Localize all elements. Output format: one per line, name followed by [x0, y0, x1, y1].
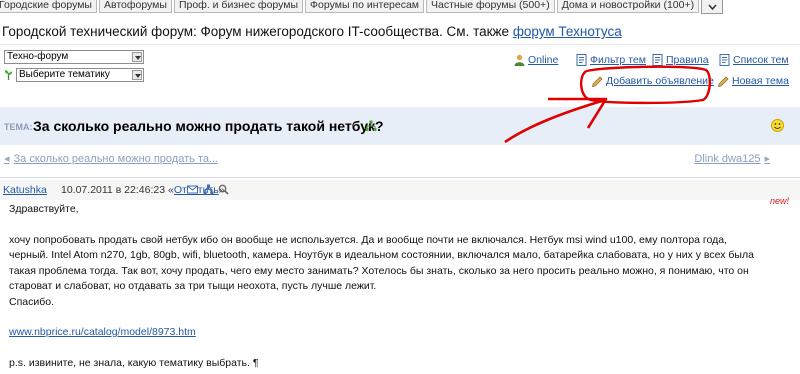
topic-bar: ТЕМА: За сколько реально можно продать т… — [0, 107, 800, 145]
online-link-label: Online — [528, 54, 559, 66]
filter-topics-link[interactable]: Фильтр тем — [576, 54, 646, 66]
tree-view-icon[interactable] — [365, 120, 377, 132]
topic-title: За сколько реально можно продать такой н… — [33, 118, 384, 134]
add-ad-label: Добавить объявление — [606, 75, 714, 87]
technotus-forum-link[interactable]: форум Технотуса — [513, 24, 622, 39]
topic-navigation: ◂ За сколько реально можно продать та... … — [0, 150, 800, 166]
rules-link[interactable]: Правила — [652, 54, 709, 66]
tab-homes-forums[interactable]: Дома и новостройки (100+) — [556, 0, 700, 13]
tab-interest-forums[interactable]: Форумы по интересам — [305, 0, 425, 13]
chevron-down-icon — [132, 70, 142, 80]
tabs-more-button[interactable] — [701, 0, 724, 14]
post-paragraph: хочу попробовать продать свой нетбук ибо… — [9, 233, 754, 293]
pencil-icon — [592, 76, 603, 87]
forum-select[interactable]: Техно-форум — [4, 50, 144, 64]
prev-topic-link[interactable]: ◂ За сколько реально можно продать та... — [4, 152, 218, 165]
new-badge: new! — [770, 196, 790, 206]
new-topic-label: Новая тема — [732, 75, 789, 87]
post-date: 10.07.2011 в 22:46:23 — [61, 184, 166, 196]
pencil-icon — [718, 76, 729, 87]
post-header: Katushka 10.07.2011 в 22:46:23 «Ответить… — [0, 180, 800, 200]
filter-topics-label: Фильтр тем — [590, 54, 646, 66]
arrow-right-icon: ▸ — [764, 153, 770, 165]
document-icon — [576, 54, 587, 66]
arrow-left-icon: ◂ — [4, 153, 10, 165]
forum-tabs: Городские форумы Автофорумы Проф. и бизн… — [0, 0, 800, 14]
tab-private-forums[interactable]: Частные форумы (500+) — [426, 0, 555, 13]
online-link[interactable]: Online — [514, 54, 558, 66]
theme-select[interactable]: Выберите тематику — [16, 68, 144, 82]
post-body: Здравствуйте, хочу попробовать продать с… — [9, 202, 769, 371]
post-thanks: Спасибо. — [9, 295, 54, 308]
post-greeting: Здравствуйте, — [9, 203, 79, 215]
topic-list-link[interactable]: Список тем — [719, 54, 789, 66]
tab-business-forums[interactable]: Проф. и бизнес форумы — [173, 0, 304, 13]
forum-title: Городской технический форум: Форум нижег… — [2, 24, 622, 39]
smile-icon — [771, 119, 784, 132]
tree-view-icon[interactable] — [203, 184, 214, 195]
next-topic-label: Dlink dwa125 — [694, 153, 761, 165]
post-author-link[interactable]: Katushka — [3, 184, 47, 196]
rules-label: Правила — [666, 54, 709, 66]
topic-list-label: Список тем — [733, 54, 789, 66]
post-ps: p.s. извините, не знала, какую тематику … — [9, 356, 259, 369]
chevron-down-icon — [132, 52, 142, 62]
post-external-link[interactable]: www.nbprice.ru/catalog/model/8973.htm — [9, 326, 196, 338]
header-panel: Техно-форум Выберите тематику Online Фил… — [0, 44, 800, 96]
sprout-icon — [4, 70, 13, 80]
forum-title-text: Городской технический форум: Форум нижег… — [2, 24, 513, 39]
document-icon — [719, 54, 730, 66]
tab-auto-forums[interactable]: Автофорумы — [98, 0, 172, 13]
prev-topic-label: За сколько реально можно продать та... — [13, 153, 219, 165]
divider — [0, 177, 800, 178]
forum-select-value: Техно-форум — [7, 51, 69, 62]
user-icon — [514, 54, 525, 66]
tab-city-forums[interactable]: Городские форумы — [0, 0, 97, 13]
document-icon — [652, 54, 663, 66]
post-meta: 10.07.2011 в 22:46:23 «Ответить» — [61, 184, 225, 196]
theme-select-value: Выберите тематику — [19, 69, 110, 80]
search-icon[interactable] — [218, 184, 229, 195]
next-topic-link[interactable]: Dlink dwa125 ▸ — [694, 152, 770, 165]
topic-label: ТЕМА: — [4, 122, 33, 132]
new-topic-link[interactable]: Новая тема — [718, 75, 789, 87]
chevron-down-icon — [708, 4, 717, 10]
add-ad-link[interactable]: Добавить объявление — [592, 75, 714, 87]
mail-icon[interactable] — [187, 184, 198, 195]
